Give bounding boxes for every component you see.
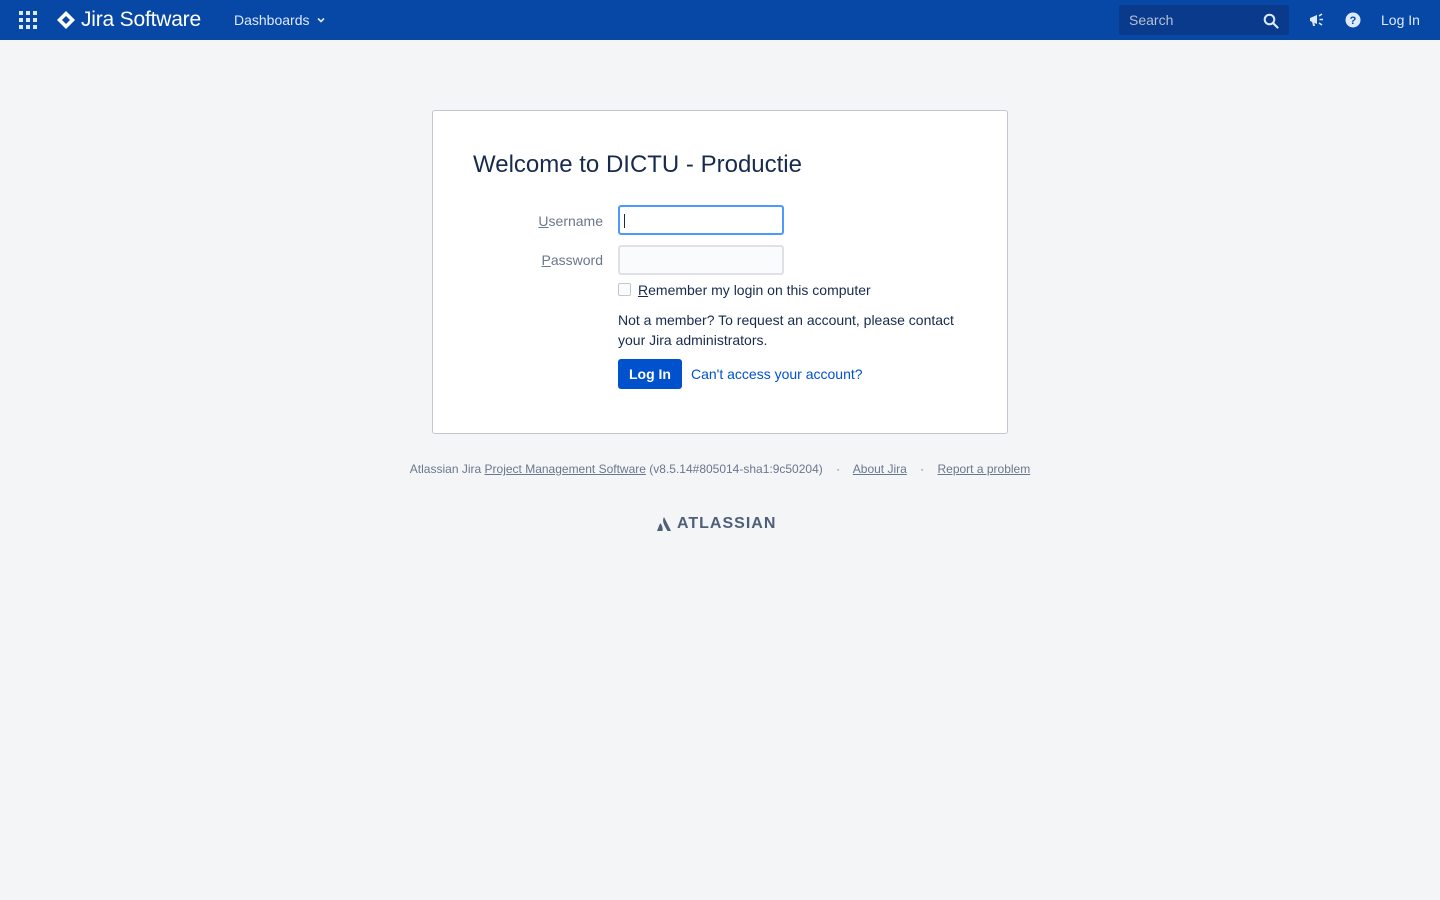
remember-me-checkbox[interactable] — [618, 283, 631, 296]
footer-separator: · — [920, 462, 925, 476]
login-button[interactable]: Log In — [618, 359, 682, 389]
password-field[interactable] — [618, 245, 784, 275]
atlassian-logo[interactable]: ATLASSIAN — [656, 514, 776, 534]
help-icon[interactable]: ? — [1345, 12, 1361, 28]
dashboards-menu[interactable]: Dashboards — [234, 0, 326, 40]
atlassian-mark-icon — [657, 517, 671, 531]
username-label: Username — [538, 213, 603, 229]
cant-access-account-link[interactable]: Can't access your account? — [691, 366, 863, 382]
username-field[interactable] — [618, 205, 784, 235]
text-caret — [624, 214, 625, 228]
login-panel: Welcome to DICTU - Productie Username Pa… — [432, 110, 1008, 434]
report-problem-link[interactable]: Report a problem — [937, 462, 1030, 476]
jira-logo[interactable]: Jira Software — [56, 8, 201, 32]
page-title: Welcome to DICTU - Productie — [473, 151, 802, 178]
app-switcher-icon[interactable] — [18, 10, 38, 30]
header-login-link[interactable]: Log In — [1381, 0, 1420, 40]
project-management-software-link[interactable]: Project Management Software — [485, 462, 646, 476]
footer-prefix: Atlassian Jira — [409, 462, 482, 476]
remember-me-label[interactable]: Remember my login on this computer — [638, 282, 871, 298]
svg-text:?: ? — [1350, 15, 1357, 27]
about-jira-link[interactable]: About Jira — [853, 462, 907, 476]
footer-version: (v8.5.14#805014-sha1:9c50204) — [649, 462, 823, 476]
footer-info: Atlassian Jira Project Management Softwa… — [0, 462, 1440, 476]
not-a-member-text: Not a member? To request an account, ple… — [618, 312, 954, 348]
top-navigation-bar: Jira Software Dashboards ? Log In — [0, 0, 1440, 40]
footer-separator: · — [836, 462, 841, 476]
password-label: Password — [541, 252, 603, 268]
dashboards-label: Dashboards — [234, 12, 310, 28]
jira-diamond-icon — [57, 11, 75, 29]
product-name: Jira Software — [81, 8, 201, 31]
feedback-megaphone-icon[interactable] — [1308, 11, 1326, 29]
chevron-down-icon — [316, 17, 325, 23]
search-icon[interactable] — [1263, 13, 1279, 29]
atlassian-wordmark: ATLASSIAN — [677, 515, 777, 532]
